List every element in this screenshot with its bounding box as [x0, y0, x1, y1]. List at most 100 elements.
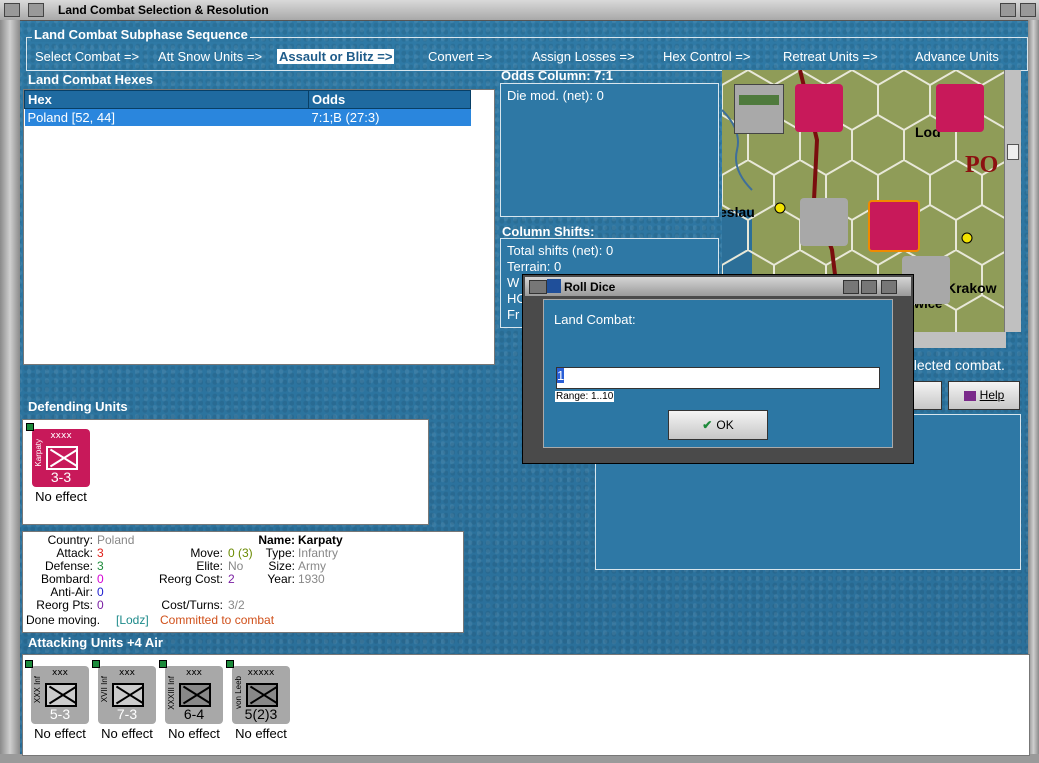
unit-name-label: XXX Inf — [33, 676, 42, 704]
antiair-value: 0 — [97, 585, 104, 599]
dialog-system-icon[interactable] — [529, 280, 547, 294]
elite-label: Elite: — [196, 559, 223, 573]
infantry-symbol-icon — [45, 683, 78, 707]
attacking-unit-counter[interactable]: xxx XVII Inf 7-3 — [92, 660, 156, 724]
help-button[interactable]: Help — [948, 381, 1020, 410]
land-combat-hexes-title: Land Combat Hexes — [28, 72, 153, 87]
weather-shift-text: W — [507, 275, 520, 290]
map-label-breslau: eslau — [722, 204, 755, 220]
window-title: Land Combat Selection & Resolution — [58, 3, 269, 17]
unit-status-pip — [92, 660, 100, 668]
country-label: Country: — [47, 533, 93, 547]
infantry-symbol-icon — [179, 683, 212, 707]
size-label: Size: — [268, 559, 295, 573]
unit-strength-label: 5(2)3 — [244, 706, 278, 722]
column-shifts-title: Column Shifts: — [502, 224, 595, 239]
map-unit-counter-attacked[interactable] — [868, 200, 920, 252]
checkmark-icon: ✔ — [702, 418, 713, 432]
reorg-pts-value: 0 — [97, 598, 104, 612]
dice-range-hint: Range: 1..10 — [555, 391, 615, 402]
window-frame-left — [0, 20, 20, 763]
attacking-unit-result: No effect — [101, 726, 153, 741]
defense-label: Defense: — [44, 559, 93, 573]
odds-panel: Die mod. (net): 0 — [500, 83, 719, 217]
plane-icon — [739, 95, 779, 105]
map-unit-counter-red[interactable] — [936, 84, 984, 132]
dialog-minimize-icon[interactable] — [843, 280, 859, 294]
year-value: 1930 — [298, 572, 325, 586]
dice-value-input[interactable]: 1 — [556, 367, 880, 389]
odds-column-title: Odds Column: 7:1 — [501, 68, 613, 83]
phase-retreat-units: Retreat Units => — [783, 49, 878, 64]
unit-status-pip — [226, 660, 234, 668]
attacking-unit-counter[interactable]: xxx XXXIII Inf 6-4 — [159, 660, 223, 724]
defending-unit-result: No effect — [35, 489, 87, 504]
attacking-unit-result: No effect — [168, 726, 220, 741]
ok-button[interactable]: ✔ OK — [668, 410, 768, 440]
year-label: Year: — [267, 572, 295, 586]
dialog-body: Land Combat: 1 Range: 1..10 ✔ OK — [543, 299, 893, 448]
phase-convert: Convert => — [428, 49, 493, 64]
done-moving-text: Done moving. — [26, 613, 101, 627]
unit-name-label: von Leeb — [234, 676, 243, 709]
odds-column-header[interactable]: Odds — [308, 90, 471, 109]
size-value: Army — [298, 559, 326, 573]
roll-dice-dialog: Roll Dice Land Combat: 1 Range: 1..10 ✔ O… — [522, 274, 914, 464]
map-unit-counter-red[interactable] — [795, 84, 843, 132]
attack-value: 3 — [97, 546, 104, 560]
dialog-title: Roll Dice — [564, 280, 616, 294]
attacking-unit-result: No effect — [34, 726, 86, 741]
infantry-symbol-icon — [112, 683, 145, 707]
help-book-icon — [963, 390, 976, 401]
attacking-units-panel: xxx XXX Inf 5-3 No effect xxx XVII Inf 7… — [22, 654, 1030, 756]
move-label: Move: — [190, 546, 223, 560]
dialog-prompt: Land Combat: — [554, 312, 636, 327]
combat-status-text: elected combat. — [906, 357, 1005, 373]
defending-unit-counter[interactable]: xxxx Karpaty 3-3 — [26, 423, 90, 487]
map-unit-counter-grey[interactable] — [800, 198, 848, 246]
subphase-title: Land Combat Subphase Sequence — [32, 27, 250, 42]
terrain-shift-text: Terrain: 0 — [507, 259, 562, 274]
dialog-titlebar[interactable]: Roll Dice — [525, 277, 911, 296]
map-air-unit-counter[interactable] — [734, 84, 784, 134]
map-vscroll-thumb[interactable] — [1007, 144, 1019, 160]
committed-text: Committed to combat — [160, 613, 275, 627]
bombard-label: Bombard: — [40, 572, 93, 586]
window-frame-right — [1028, 20, 1039, 763]
attacking-unit-counter[interactable]: xxxxx von Leeb 5(2)3 — [226, 660, 290, 724]
window-titlebar: Land Combat Selection & Resolution — [0, 0, 1039, 21]
hexes-table: Hex Odds Poland [52, 44] 7:1;B (27:3) — [24, 90, 471, 126]
map-label-krakow: Krakow — [946, 280, 997, 296]
reorg-cost-label: Reorg Cost: — [158, 572, 223, 586]
unit-strength-label: 5-3 — [49, 706, 71, 722]
close-icon[interactable] — [1020, 3, 1036, 17]
dice-value-text: 1 — [557, 368, 565, 383]
ok-button-label: OK — [716, 418, 734, 432]
name-value: Karpaty — [298, 533, 343, 547]
unit-strength-label: 7-3 — [116, 706, 138, 722]
system-menu-icon[interactable] — [4, 3, 20, 17]
window-menu-icon[interactable] — [28, 3, 44, 17]
attack-label: Attack: — [56, 546, 93, 560]
fractional-shift-text: Fr — [507, 307, 520, 322]
attacking-unit-result: No effect — [235, 726, 287, 741]
odds-cell[interactable]: 7:1;B (27:3) — [308, 108, 471, 126]
unit-status-pip — [25, 660, 33, 668]
dialog-maximize-icon[interactable] — [861, 280, 877, 294]
cost-turns-label: Cost/Turns: — [161, 598, 223, 612]
map-vertical-scrollbar[interactable] — [1004, 70, 1021, 332]
table-row[interactable]: Poland [52, 44] 7:1;B (27:3) — [24, 108, 471, 126]
type-label: Type: — [265, 546, 295, 560]
dialog-close-icon[interactable] — [881, 280, 897, 294]
name-label: Name: — [258, 533, 295, 547]
hex-cell[interactable]: Poland [52, 44] — [24, 108, 309, 126]
bombard-value: 0 — [97, 572, 104, 586]
unit-name-label: XXXIII Inf — [167, 676, 176, 710]
phase-assault-or-blitz: Assault or Blitz => — [277, 49, 395, 64]
minimize-icon[interactable] — [1000, 3, 1016, 17]
hex-column-header[interactable]: Hex — [24, 90, 309, 109]
help-button-label: Help — [979, 388, 1005, 402]
reorg-pts-label: Reorg Pts: — [36, 598, 93, 612]
unit-name-label: XVII Inf — [100, 676, 109, 703]
attacking-unit-counter[interactable]: xxx XXX Inf 5-3 — [25, 660, 89, 724]
